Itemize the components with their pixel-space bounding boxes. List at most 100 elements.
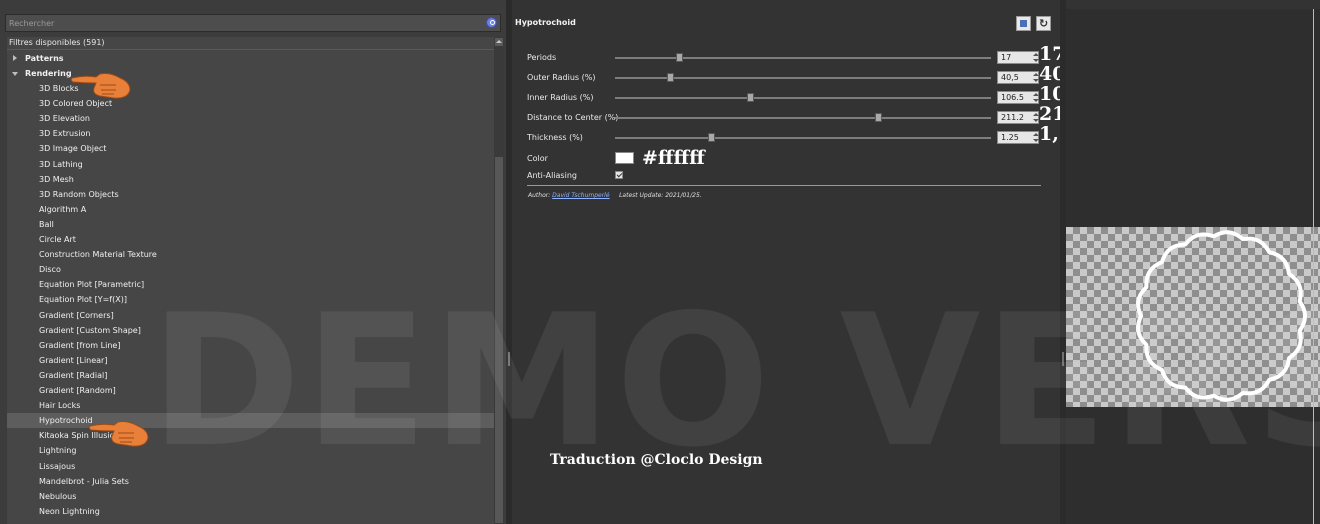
tree-filter-label: Disco — [39, 265, 61, 275]
scroll-thumb[interactable] — [495, 157, 503, 523]
tree-filter-item[interactable]: Ball — [7, 217, 494, 232]
divider — [527, 185, 1041, 186]
expand-arrow-down-icon[interactable] — [12, 72, 18, 76]
expand-arrow-right-icon[interactable] — [13, 55, 17, 61]
preview-panel — [1066, 9, 1320, 524]
tree-filter-label: Gradient [Linear] — [39, 355, 108, 365]
tree-category-label: Patterns — [25, 54, 64, 63]
tree-filter-item[interactable]: 3D Extrusion — [7, 126, 494, 141]
param-slider-handle[interactable] — [708, 133, 715, 142]
tree-filter-label: Gradient [Radial] — [39, 370, 108, 380]
tree-filter-item[interactable]: Hypotrochoid — [7, 413, 494, 429]
tree-filter-item[interactable]: 3D Image Object — [7, 141, 494, 156]
translation-credit: Traduction @Cloclo Design — [550, 452, 763, 468]
param-slider-handle[interactable] — [667, 73, 674, 82]
color-label: Color — [527, 154, 548, 163]
tree-filter-item[interactable]: Gradient [Custom Shape] — [7, 323, 494, 338]
preview-canvas[interactable] — [1066, 227, 1320, 407]
param-slider-track[interactable] — [615, 93, 991, 102]
tree-filter-item[interactable]: Hair Locks — [7, 398, 494, 413]
tree-filter-label: Circle Art — [39, 235, 76, 244]
author-link[interactable]: David Tschumperlé — [552, 192, 609, 199]
tree-filter-label: 3D Lathing — [39, 159, 83, 169]
tree-filter-label: Algorithm A — [39, 204, 87, 214]
refresh-icon: ↻ — [1039, 17, 1049, 30]
tree-filter-item[interactable]: Mandelbrot - Julia Sets — [7, 474, 494, 489]
tree-filter-item[interactable]: 3D Random Objects — [7, 187, 494, 202]
tree-filter-item[interactable]: Gradient [Random] — [7, 383, 494, 398]
tree-filter-label: 3D Random Objects — [39, 189, 119, 199]
tree-filter-item[interactable]: 3D Mesh — [7, 172, 494, 187]
tree-filter-item[interactable]: 3D Elevation — [7, 111, 494, 126]
tree-filter-label: 3D Image Object — [39, 144, 107, 154]
antialias-checkbox[interactable] — [615, 171, 623, 179]
tree-filter-label: 3D Mesh — [39, 174, 74, 184]
tree-filter-label: Nebulous — [39, 491, 77, 501]
scroll-up-arrow-icon[interactable] — [495, 38, 503, 46]
color-swatch[interactable] — [615, 152, 634, 164]
author-prefix: Author: — [528, 192, 551, 199]
tree-filter-label: Gradient [from Line] — [39, 340, 121, 350]
tree-filter-item[interactable]: Equation Plot [Parametric] — [7, 277, 494, 292]
antialias-label: Anti-Aliasing — [527, 171, 577, 180]
tree-filter-label: Ball — [39, 219, 54, 229]
tree-filter-label: Mandelbrot - Julia Sets — [39, 476, 129, 486]
tree-filter-label: Hypotrochoid — [39, 416, 93, 426]
filter-tree: Filtres disponibles (591) Patterns Render… — [7, 37, 494, 524]
tree-filter-item[interactable]: Equation Plot [Y=f(X)] — [7, 292, 494, 307]
tree-scrollbar[interactable] — [494, 37, 504, 524]
preview-mode-icon — [1020, 20, 1027, 27]
preview-mode-button[interactable] — [1016, 16, 1031, 31]
tree-filter-item[interactable]: Neon Lightning — [7, 504, 494, 519]
tree-category[interactable]: Patterns — [7, 51, 494, 66]
search-icon[interactable] — [486, 17, 497, 28]
refresh-button[interactable]: ↻ — [1036, 16, 1051, 31]
tree-filter-item[interactable]: Gradient [from Line] — [7, 338, 494, 353]
param-slider-track[interactable] — [615, 133, 991, 142]
tree-filter-label: Gradient [Random] — [39, 386, 116, 395]
param-slider-handle[interactable] — [747, 93, 754, 102]
tree-filter-label: Equation Plot [Parametric] — [39, 280, 145, 290]
param-label: Periods — [527, 53, 557, 62]
color-annotation: #ffffff — [642, 147, 705, 169]
splitter-grip[interactable] — [508, 352, 510, 366]
search-input[interactable] — [6, 15, 479, 31]
param-slider-handle[interactable] — [676, 53, 683, 62]
tree-filter-label: Lightning — [39, 446, 77, 456]
search-box[interactable] — [5, 14, 501, 32]
tree-filter-item[interactable]: 3D Lathing — [7, 157, 494, 172]
tree-filter-label: 3D Elevation — [39, 114, 90, 124]
tree-filter-item[interactable]: Algorithm A — [7, 202, 494, 217]
tree-filter-item[interactable]: Construction Material Texture — [7, 247, 494, 262]
tree-filter-item[interactable]: Gradient [Corners] — [7, 308, 494, 323]
tree-filter-item[interactable]: Disco — [7, 262, 494, 277]
tree-filter-item[interactable]: Circle Art — [7, 232, 494, 247]
tree-filter-label: Neon Lightning — [39, 506, 100, 516]
pointing-hand-icon — [88, 421, 149, 447]
tree-filter-label: Gradient [Corners] — [39, 310, 114, 320]
tree-filter-label: Gradient [Custom Shape] — [39, 325, 141, 335]
param-slider-track[interactable] — [615, 53, 991, 62]
pointing-hand-icon — [70, 73, 131, 99]
param-slider-handle[interactable] — [875, 113, 882, 122]
tree-header: Filtres disponibles (591) — [7, 37, 494, 50]
tree-filter-item[interactable]: Kitaoka Spin Illusion — [7, 428, 494, 443]
splitter-grip[interactable] — [1062, 352, 1064, 366]
tree-filter-item[interactable]: Lissajous — [7, 459, 494, 474]
tree-filter-item[interactable]: Gradient [Radial] — [7, 368, 494, 383]
tree-filter-label: Equation Plot [Y=f(X)] — [39, 295, 127, 305]
tree-filter-item[interactable]: Lightning — [7, 443, 494, 458]
tree-filter-label: Lissajous — [39, 461, 76, 471]
param-label: Thickness (%) — [527, 133, 583, 142]
param-slider-track[interactable] — [615, 73, 991, 82]
hypotrochoid-curve — [1136, 230, 1307, 402]
filter-parameters-panel: Hypotrochoid ↻ Periods 17 17 Outer Radius (… — [512, 0, 1099, 524]
available-filters-count: Filtres disponibles (591) — [9, 38, 105, 47]
tree-filter-item[interactable]: Gradient [Linear] — [7, 353, 494, 368]
filter-title: Hypotrochoid — [515, 18, 576, 27]
tree-filter-label: 3D Extrusion — [39, 129, 91, 139]
author-line: Author: David Tschumperlé Latest Update:… — [528, 192, 702, 199]
tree-filter-item[interactable]: Nebulous — [7, 489, 494, 504]
preview-border — [1313, 9, 1314, 524]
param-slider-track[interactable] — [615, 113, 991, 122]
